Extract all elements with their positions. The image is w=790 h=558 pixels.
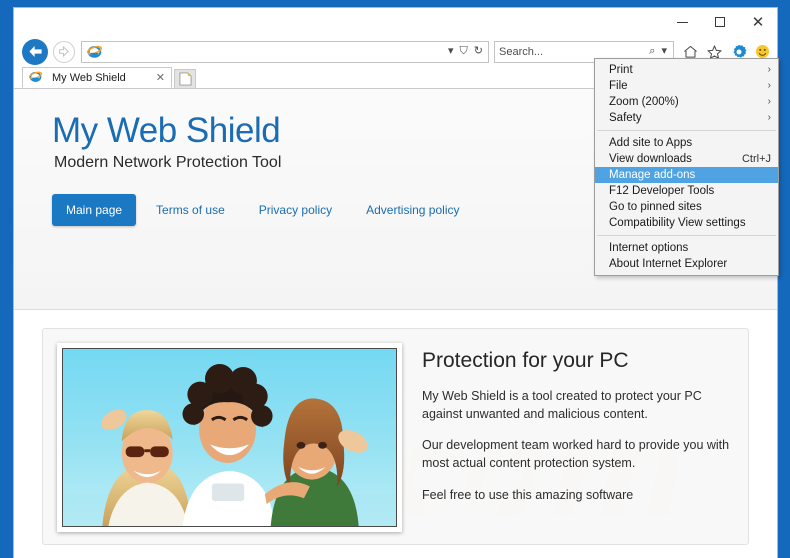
- menu-item-safety[interactable]: Safety ›: [595, 110, 778, 126]
- menu-item-label: Zoom (200%): [609, 96, 679, 108]
- search-icon[interactable]: ⌕: [649, 46, 655, 57]
- desktop-background: ✕ ▾ ⛉ ↻ Search... ⌕ ▾ My Web Shield ✕ My…: [0, 0, 790, 558]
- chevron-right-icon: ›: [767, 96, 771, 107]
- menu-item-about-internet-explorer[interactable]: About Internet Explorer: [595, 256, 778, 272]
- new-tab-button[interactable]: [174, 69, 196, 88]
- minimize-icon: [676, 21, 688, 23]
- hero-photo: [57, 343, 402, 532]
- address-bar-icons: ▾ ⛉ ↻: [448, 46, 485, 57]
- menu-group-2: Add site to Apps View downloads Ctrl+J M…: [595, 135, 778, 231]
- tab-title: My Web Shield: [52, 71, 126, 84]
- nav-link-advertising-policy[interactable]: Advertising policy: [352, 194, 473, 226]
- menu-group-1: Print › File › Zoom (200%) › Safety ›: [595, 62, 778, 126]
- menu-item-label: Internet options: [609, 242, 689, 254]
- menu-item-add-site-to-apps[interactable]: Add site to Apps: [595, 135, 778, 151]
- menu-item-label: Print: [609, 64, 633, 76]
- search-dropdown-icon[interactable]: ▾: [661, 46, 667, 57]
- close-button[interactable]: ✕: [739, 8, 777, 36]
- hero-photo-image: [63, 349, 396, 526]
- menu-item-label: View downloads: [609, 153, 692, 165]
- compatibility-view-icon[interactable]: ⛉: [460, 46, 468, 57]
- hero-paragraph-1: My Web Shield is a tool created to prote…: [422, 389, 702, 422]
- search-box-icons: ⌕ ▾: [649, 46, 669, 57]
- menu-item-compatibility-view-settings[interactable]: Compatibility View settings: [595, 215, 778, 231]
- menu-item-label: Go to pinned sites: [609, 201, 702, 213]
- nav-link-main-page[interactable]: Main page: [52, 194, 137, 226]
- menu-item-label: Compatibility View settings: [609, 217, 746, 229]
- back-button[interactable]: [22, 38, 48, 65]
- chevron-right-icon: ›: [767, 112, 771, 123]
- address-bar[interactable]: ▾ ⛉ ↻: [81, 40, 489, 63]
- maximize-button[interactable]: [701, 8, 739, 36]
- new-tab-icon: [178, 72, 192, 86]
- hero-card: Protection for your PC My Web Shield is …: [42, 328, 749, 545]
- search-input[interactable]: Search...: [499, 46, 649, 58]
- menu-group-3: Internet options About Internet Explorer: [595, 240, 778, 272]
- menu-item-label: File: [609, 80, 628, 92]
- menu-item-manage-add-ons[interactable]: Manage add-ons: [595, 167, 778, 183]
- menu-divider: [597, 235, 776, 236]
- menu-item-label: F12 Developer Tools: [609, 185, 715, 197]
- hero-paragraph-2: Our development team worked hard to prov…: [422, 438, 730, 471]
- menu-item-shortcut: Ctrl+J: [741, 153, 771, 165]
- hero-paragraph-3: Feel free to use this amazing software: [422, 487, 634, 502]
- internet-explorer-icon: [87, 44, 102, 59]
- menu-item-internet-options[interactable]: Internet options: [595, 240, 778, 256]
- nav-link-terms-of-use[interactable]: Terms of use: [142, 194, 239, 226]
- hero-text: Protection for your PC My Web Shield is …: [422, 343, 734, 530]
- menu-item-label: About Internet Explorer: [609, 258, 728, 270]
- menu-item-print[interactable]: Print ›: [595, 62, 778, 78]
- menu-item-label: Add site to Apps: [609, 137, 693, 149]
- menu-item-zoom[interactable]: Zoom (200%) ›: [595, 94, 778, 110]
- chevron-right-icon: ›: [767, 64, 771, 75]
- window-controls: ✕: [663, 8, 777, 36]
- menu-item-go-to-pinned-sites[interactable]: Go to pinned sites: [595, 199, 778, 215]
- browser-window: ✕ ▾ ⛉ ↻ Search... ⌕ ▾ My Web Shield ✕ My…: [13, 7, 779, 558]
- forward-arrow-icon: [59, 46, 69, 57]
- minimize-button[interactable]: [663, 8, 701, 36]
- back-arrow-icon: [28, 46, 42, 57]
- menu-item-f12-developer-tools[interactable]: F12 Developer Tools: [595, 183, 778, 199]
- menu-item-label: Safety: [609, 112, 642, 124]
- tab-favicon: [29, 70, 44, 85]
- nav-link-privacy-policy[interactable]: Privacy policy: [245, 194, 346, 226]
- forward-button[interactable]: [53, 40, 75, 63]
- menu-item-label: Manage add-ons: [609, 169, 696, 181]
- window-titlebar: ✕: [14, 8, 777, 36]
- close-icon: ✕: [751, 13, 765, 31]
- hero-heading: Protection for your PC: [422, 349, 629, 372]
- menu-item-view-downloads[interactable]: View downloads Ctrl+J: [595, 151, 778, 167]
- maximize-icon: [715, 17, 725, 27]
- menu-divider: [597, 130, 776, 131]
- menu-item-file[interactable]: File ›: [595, 78, 778, 94]
- refresh-icon[interactable]: ↻: [474, 46, 483, 57]
- address-dropdown-icon[interactable]: ▾: [448, 46, 454, 57]
- tab-my-web-shield[interactable]: My Web Shield ✕: [22, 67, 172, 88]
- settings-dropdown-menu: Print › File › Zoom (200%) › Safety › Ad…: [594, 58, 779, 276]
- chevron-right-icon: ›: [767, 80, 771, 91]
- tab-close-icon[interactable]: ✕: [154, 71, 167, 84]
